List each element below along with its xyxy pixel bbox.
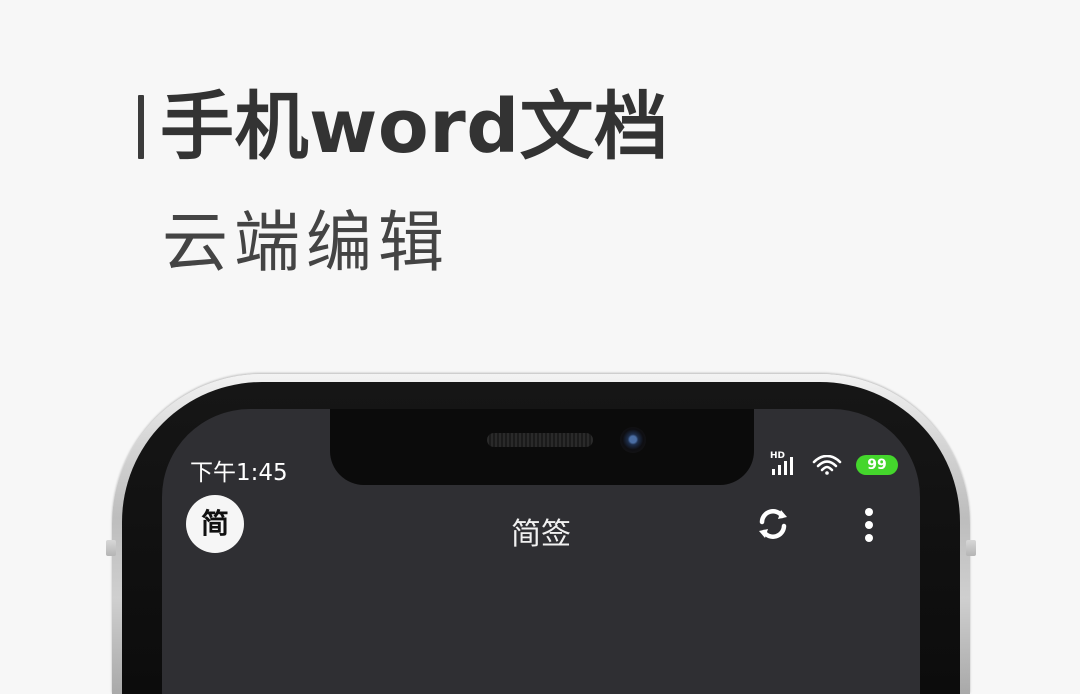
phone-frame: 下午1:45 HD 99 简 简签 xyxy=(106,374,976,694)
status-time: 下午1:45 xyxy=(190,460,288,486)
status-icons: HD 99 xyxy=(770,451,898,475)
phone-side-button-right xyxy=(966,540,976,556)
promo-headline: 手机word文档 xyxy=(138,82,669,172)
headline-subtitle: 云端编辑 xyxy=(162,204,450,281)
more-vertical-icon[interactable] xyxy=(863,507,875,543)
phone-notch xyxy=(330,409,754,485)
signal-hd-label: HD xyxy=(770,451,786,461)
app-title: 简签 xyxy=(511,517,571,552)
headline-title: 手机word文档 xyxy=(160,84,669,170)
signal-icon: HD xyxy=(770,451,798,475)
app-toolbar: 简 简签 xyxy=(162,491,920,567)
wifi-icon xyxy=(812,455,842,475)
phone-screen: 下午1:45 HD 99 简 简签 xyxy=(162,409,920,694)
battery-icon: 99 xyxy=(856,455,898,475)
front-camera xyxy=(620,427,646,453)
phone-side-button-left xyxy=(106,540,116,556)
sync-icon[interactable] xyxy=(752,503,794,545)
headline-accent-bar xyxy=(138,95,144,159)
speaker-grill xyxy=(487,433,593,447)
